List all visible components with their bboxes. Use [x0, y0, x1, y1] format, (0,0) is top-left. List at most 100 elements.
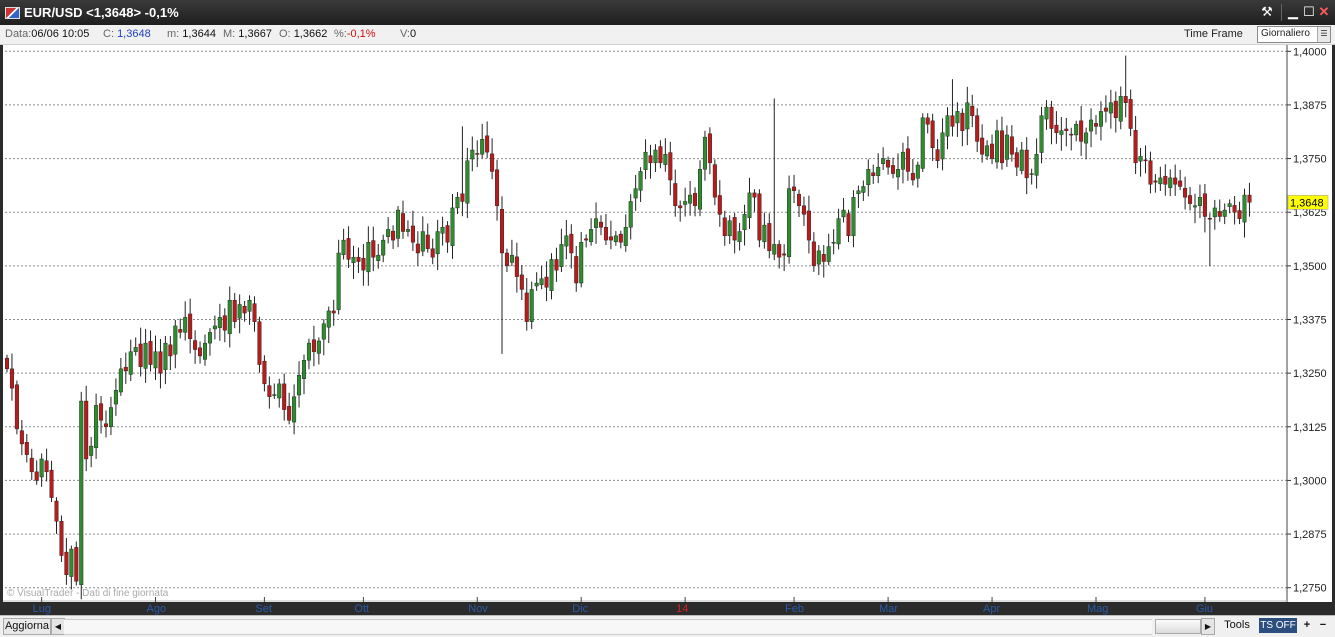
price-chart[interactable]: 1,4000 1,3875 1,3750 1,3625 1,3500 1,3375 1,32… [3, 45, 1332, 602]
candle-down [1064, 128, 1069, 131]
percent-value: -0,1% [346, 28, 376, 40]
pin-tool-icon[interactable]: ⚒ [1259, 4, 1275, 20]
candle-up [1192, 205, 1197, 208]
candle-up [1098, 111, 1103, 127]
candle-down [123, 366, 128, 372]
candle-down [990, 143, 995, 159]
candle-up [638, 171, 643, 191]
candle-down [14, 384, 19, 430]
candlestick-chart[interactable]: 1,40001,38751,37501,36251,35001,33751,32… [3, 45, 1332, 602]
high-value: 1,3667 [238, 28, 272, 40]
candle-down [64, 551, 69, 576]
candle-up [292, 396, 297, 423]
candle-up [787, 188, 792, 258]
scroll-right-arrow-icon[interactable]: ▶ [1201, 618, 1215, 635]
candle-up [277, 383, 282, 399]
data-label: Data: [5, 28, 32, 40]
candle-down [871, 172, 876, 176]
maximize-icon[interactable]: ☐ [1301, 4, 1317, 20]
candle-up [737, 231, 742, 243]
candle-up [480, 139, 485, 155]
candle-up [69, 548, 74, 577]
candle-down [361, 257, 366, 271]
candle-down [980, 137, 985, 155]
candle-down [415, 243, 420, 254]
candle-down [1183, 187, 1188, 198]
candle-down [673, 183, 678, 206]
x-tick-label: Apr [983, 603, 1001, 615]
candle-down [574, 256, 579, 284]
candle-up [183, 317, 188, 333]
tools-button[interactable]: Tools [1222, 618, 1252, 633]
candle-up [727, 220, 732, 237]
candle-down [1232, 205, 1237, 213]
candle-down [806, 210, 811, 241]
timeframe-value: Giornaliero [1261, 28, 1310, 39]
y-tick-label: 1,4000 [1293, 46, 1327, 58]
candle-up [1108, 102, 1113, 114]
horizontal-scrollbar[interactable] [64, 619, 1152, 635]
candle-down [222, 315, 227, 331]
candle-down [514, 256, 519, 277]
candle-up [613, 235, 618, 243]
candle-up [1039, 115, 1044, 153]
volume-label: V: [400, 28, 410, 40]
y-tick-label: 1,2875 [1293, 529, 1327, 541]
candle-up [455, 196, 460, 209]
candle-down [485, 135, 490, 153]
candle-up [202, 342, 207, 360]
aggiorna-button[interactable]: Aggiorna [3, 618, 51, 635]
candle-down [569, 233, 574, 254]
candle-down [846, 213, 851, 237]
minimize-icon[interactable]: ▁ [1285, 4, 1301, 20]
close-icon[interactable]: ✕ [1316, 4, 1332, 20]
candle-down [767, 223, 772, 252]
candle-down [188, 313, 193, 340]
candle-up [321, 323, 326, 340]
candle-down [935, 149, 940, 161]
candle-up [1004, 134, 1009, 160]
candle-up [366, 242, 371, 273]
candle-down [391, 230, 396, 241]
candle-up [108, 407, 113, 427]
candle-down [801, 205, 806, 215]
candle-down [891, 165, 896, 174]
candle-up [143, 342, 148, 369]
candle-up [316, 340, 321, 354]
candle-down [9, 368, 14, 389]
dropdown-arrow-icon[interactable]: ☰ [1317, 27, 1330, 42]
candle-down [257, 321, 262, 365]
scrollbar-thumb[interactable] [1155, 619, 1201, 634]
candle-down [148, 341, 153, 365]
candle-down [712, 164, 717, 198]
candle-up [1212, 207, 1217, 218]
candle-up [336, 252, 341, 310]
candle-up [133, 347, 138, 352]
candle-down [1133, 130, 1138, 164]
candle-up [945, 115, 950, 137]
low-label: m: [167, 28, 180, 40]
candle-down [1188, 195, 1193, 204]
candle-up [450, 207, 455, 246]
zoom-out-button[interactable]: − [1316, 618, 1330, 633]
candle-up [420, 231, 425, 252]
candle-down [1153, 180, 1158, 183]
candle-down [668, 152, 673, 181]
candle-down [1148, 160, 1153, 185]
y-tick-label: 1,3250 [1293, 368, 1327, 380]
candle-up [1197, 196, 1202, 206]
candle-down [648, 155, 653, 164]
candle-up [440, 227, 445, 234]
scroll-left-arrow-icon[interactable]: ◀ [51, 618, 65, 635]
candle-down [950, 115, 955, 127]
candle-down [752, 192, 757, 198]
candle-up [955, 111, 960, 124]
timeframe-select[interactable]: Giornaliero ☰ [1257, 26, 1331, 43]
x-tick-label: Set [255, 603, 272, 615]
candle-down [1173, 177, 1178, 185]
y-tick-label: 1,3500 [1293, 261, 1327, 273]
candle-up [1222, 209, 1227, 217]
zoom-in-button[interactable]: + [1300, 618, 1314, 633]
candle-up [351, 257, 356, 264]
ts-off-button[interactable]: TS OFF [1259, 618, 1297, 633]
